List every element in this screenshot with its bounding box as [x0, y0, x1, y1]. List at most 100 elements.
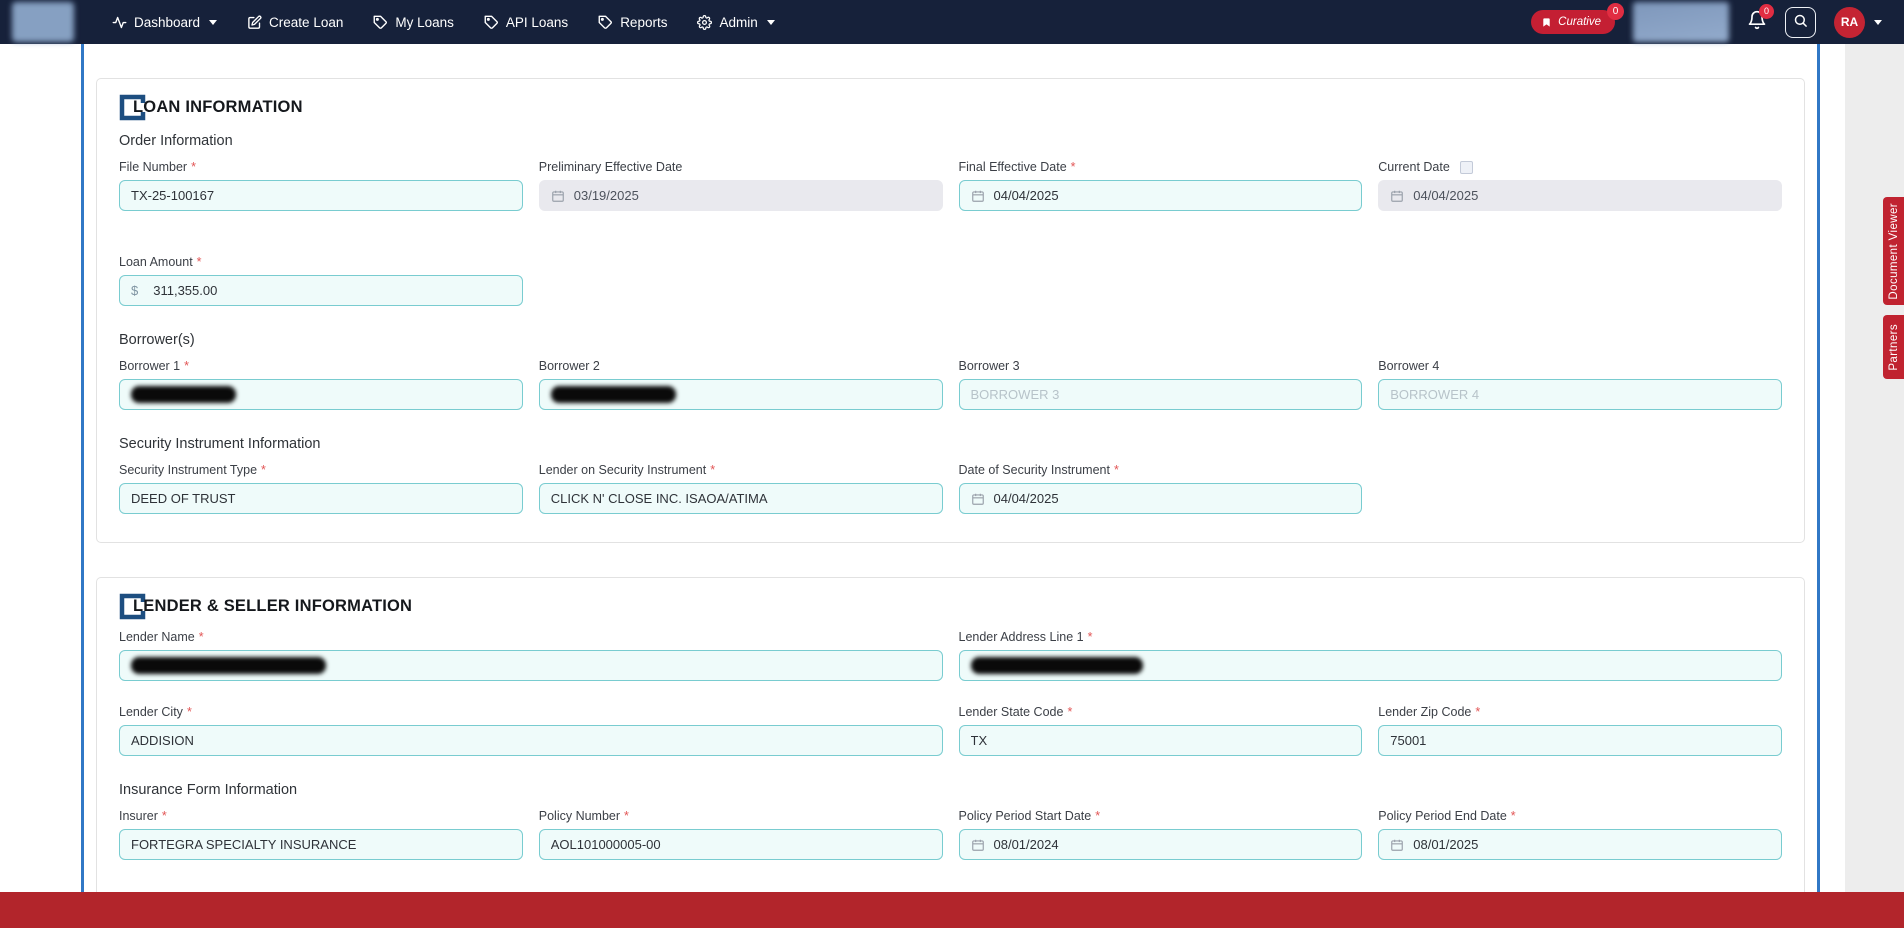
search-button[interactable]	[1785, 7, 1816, 38]
tag-icon	[598, 15, 613, 30]
calendar-icon	[971, 492, 985, 506]
nav-my-loans[interactable]: My Loans	[373, 15, 454, 30]
lender-state-code-field: Lender State Code*	[959, 705, 1363, 756]
curative-badge: 0	[1607, 3, 1624, 20]
nav-label: API Loans	[506, 15, 568, 30]
nav-label: Create Loan	[269, 15, 343, 30]
page-title: LOAN INFORMATION	[133, 98, 303, 117]
date-value: 03/19/2025	[574, 188, 639, 203]
page-body: LOAN INFORMATION Order Information File …	[0, 44, 1904, 928]
field-label: Insurer	[119, 809, 158, 823]
loan-amount-row: Loan Amount* $	[119, 255, 1782, 306]
activity-icon	[112, 15, 127, 30]
field-label: Lender State Code	[959, 705, 1064, 719]
loan-amount-input[interactable]: $	[119, 275, 523, 306]
current-date-checkbox[interactable]	[1460, 161, 1473, 174]
loan-amount-value[interactable]	[151, 282, 511, 299]
nav-reports[interactable]: Reports	[598, 15, 667, 30]
security-instrument-row: Security Instrument Type* Lender on Secu…	[119, 463, 1782, 514]
field-label: Lender on Security Instrument	[539, 463, 706, 477]
loan-amount-field: Loan Amount* $	[119, 255, 523, 306]
app-logo[interactable]	[12, 2, 74, 42]
section-header: LOAN INFORMATION	[119, 91, 1782, 123]
insurance-form-heading: Insurance Form Information	[119, 782, 1782, 798]
insurer-input[interactable]	[119, 829, 523, 860]
lender-name-row: Lender Name* Lender Address Line 1*	[119, 630, 1782, 681]
order-information-heading: Order Information	[119, 133, 1782, 149]
curative-button[interactable]: Curative 0	[1531, 10, 1615, 34]
security-instrument-type-input[interactable]	[119, 483, 523, 514]
date-of-security-instrument-input[interactable]: 04/04/2025	[959, 483, 1363, 514]
bookmark-icon	[1541, 17, 1552, 28]
user-menu[interactable]: RA	[1834, 7, 1882, 38]
borrower-2-field: Borrower 2	[539, 359, 943, 410]
date-value: 08/01/2025	[1413, 837, 1478, 852]
lender-address-line-1-field: Lender Address Line 1*	[959, 630, 1783, 681]
borrower-2-input[interactable]	[539, 379, 943, 410]
file-number-input[interactable]	[119, 180, 523, 211]
partners-tab[interactable]: Partners	[1883, 315, 1904, 379]
notifications-button[interactable]: 0	[1747, 10, 1767, 35]
redacted-text	[131, 657, 326, 674]
document-viewer-tab-label: Document Viewer	[1888, 203, 1900, 300]
currency-symbol: $	[131, 283, 138, 298]
final-effective-date-field: Final Effective Date* 04/04/2025	[959, 160, 1363, 211]
field-label: Security Instrument Type	[119, 463, 257, 477]
nav-label: Admin	[719, 15, 757, 30]
notification-badge: 0	[1759, 4, 1774, 19]
borrower-1-input[interactable]	[119, 379, 523, 410]
tag-icon	[484, 15, 499, 30]
document-viewer-tab[interactable]: Document Viewer	[1883, 197, 1904, 305]
lender-address-line-1-input[interactable]	[959, 650, 1783, 681]
right-gutter	[1845, 44, 1904, 928]
date-of-security-instrument-field: Date of Security Instrument* 04/04/2025	[959, 463, 1363, 514]
calendar-icon	[1390, 189, 1404, 203]
borrower-3-field: Borrower 3	[959, 359, 1363, 410]
field-label: Final Effective Date	[959, 160, 1067, 174]
borrower-4-input[interactable]	[1378, 379, 1782, 410]
field-label: Borrower 3	[959, 359, 1020, 373]
lender-state-code-input[interactable]	[959, 725, 1363, 756]
calendar-icon	[971, 189, 985, 203]
date-value: 04/04/2025	[994, 491, 1059, 506]
nav-admin[interactable]: Admin	[697, 15, 774, 30]
order-info-row: File Number* Preliminary Effective Date …	[119, 160, 1782, 211]
policy-period-end-date-input[interactable]: 08/01/2025	[1378, 829, 1782, 860]
field-label: Current Date	[1378, 160, 1450, 174]
section-header: LENDER & SELLER INFORMATION	[119, 590, 1782, 622]
redacted-text	[551, 386, 676, 403]
nav-create-loan[interactable]: Create Loan	[247, 15, 343, 30]
lender-city-input[interactable]	[119, 725, 943, 756]
search-icon	[1793, 13, 1808, 31]
nav-dashboard[interactable]: Dashboard	[112, 15, 217, 30]
policy-period-end-date-field: Policy Period End Date* 08/01/2025	[1378, 809, 1782, 860]
policy-number-input[interactable]	[539, 829, 943, 860]
calendar-icon	[1390, 838, 1404, 852]
date-value: 04/04/2025	[994, 188, 1059, 203]
policy-period-start-date-field: Policy Period Start Date* 08/01/2024	[959, 809, 1363, 860]
calendar-icon	[971, 838, 985, 852]
nav-api-loans[interactable]: API Loans	[484, 15, 568, 30]
file-number-field: File Number*	[119, 160, 523, 211]
policy-period-start-date-input[interactable]: 08/01/2024	[959, 829, 1363, 860]
field-label: Lender Name	[119, 630, 195, 644]
field-label: Loan Amount	[119, 255, 193, 269]
lender-zip-code-input[interactable]	[1378, 725, 1782, 756]
top-navbar: Dashboard Create Loan My Loans API Loans	[0, 0, 1904, 44]
borrower-3-input[interactable]	[959, 379, 1363, 410]
partner-logo	[1633, 2, 1729, 42]
field-label: Borrower 1	[119, 359, 180, 373]
calendar-icon	[551, 189, 565, 203]
tag-icon	[373, 15, 388, 30]
insurance-row: Insurer* Policy Number* Policy Period St…	[119, 809, 1782, 860]
lender-name-input[interactable]	[119, 650, 943, 681]
edit-icon	[247, 15, 262, 30]
section-title: LENDER & SELLER INFORMATION	[133, 597, 412, 616]
final-effective-date-input[interactable]: 04/04/2025	[959, 180, 1363, 211]
field-label: Preliminary Effective Date	[539, 160, 683, 174]
lender-on-security-instrument-input[interactable]	[539, 483, 943, 514]
navbar-right-cluster: Curative 0 0 RA	[1531, 2, 1904, 42]
chevron-down-icon	[209, 20, 217, 25]
loan-information-card: LOAN INFORMATION Order Information File …	[96, 78, 1805, 543]
current-date-input: 04/04/2025	[1378, 180, 1782, 211]
